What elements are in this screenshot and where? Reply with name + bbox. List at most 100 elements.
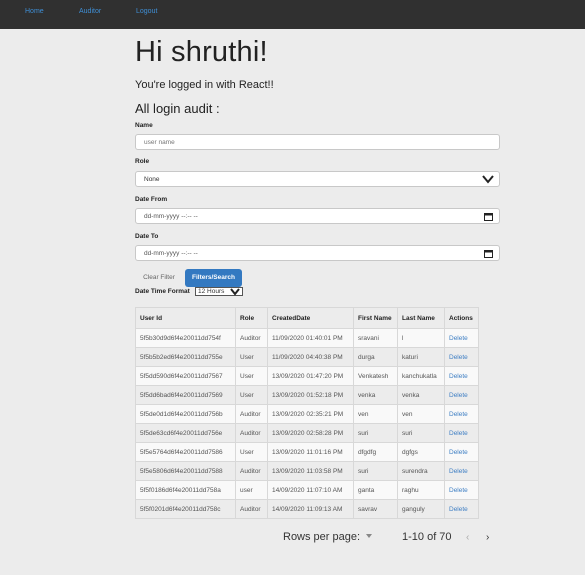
cell-user-id: 5f5de0d1d6f4e20011dd756b <box>135 404 236 424</box>
date-time-format-select[interactable]: 12 Hours <box>195 287 243 296</box>
cell-user-id: 5f5b5b2ed6f4e20011dd755e <box>135 347 236 367</box>
cell-last-name: ven <box>397 404 445 424</box>
date-from-input[interactable]: dd-mm-yyyy --:-- -- <box>135 208 500 224</box>
cell-role: User <box>235 442 268 462</box>
rows-per-page-select[interactable] <box>366 533 372 541</box>
cell-role: Auditor <box>235 461 268 481</box>
cell-first-name: suri <box>353 461 398 481</box>
cell-first-name: ven <box>353 404 398 424</box>
col-user-id[interactable]: User Id <box>135 307 236 329</box>
delete-link[interactable]: Delete <box>444 480 479 500</box>
cell-first-name: dfgdfg <box>353 442 398 462</box>
date-to-label: Date To <box>135 233 159 240</box>
name-label: Name <box>135 122 153 129</box>
table-row: 5f5e5764d6f4e20011dd7586 User 13/09/2020… <box>135 442 479 462</box>
delete-link[interactable]: Delete <box>444 499 479 519</box>
cell-first-name: savrav <box>353 499 398 519</box>
table-row: 5f5dd590d6f4e20011dd7567 User 13/09/2020… <box>135 366 479 386</box>
table-row: 5f5de0d1d6f4e20011dd756b Auditor 13/09/2… <box>135 404 479 424</box>
col-role[interactable]: Role <box>235 307 268 329</box>
calendar-icon[interactable] <box>484 249 493 258</box>
cell-first-name: suri <box>353 423 398 443</box>
cell-last-name: surendra <box>397 461 445 481</box>
cell-created-date: 11/09/2020 04:40:38 PM <box>267 347 354 367</box>
cell-created-date: 14/09/2020 11:07:10 AM <box>267 480 354 500</box>
caret-down-icon <box>366 534 372 538</box>
clear-filter-button[interactable]: Clear Filter <box>135 270 183 286</box>
cell-created-date: 13/09/2020 11:01:16 PM <box>267 442 354 462</box>
cell-user-id: 5f5e5764d6f4e20011dd7586 <box>135 442 236 462</box>
cell-created-date: 13/09/2020 02:58:28 PM <box>267 423 354 443</box>
cell-last-name: dgfgs <box>397 442 445 462</box>
table-row: 5f5dd6bad6f4e20011dd7569 User 13/09/2020… <box>135 385 479 405</box>
delete-link[interactable]: Delete <box>444 347 479 367</box>
table-row: 5f5de63cd6f4e20011dd756e Auditor 13/09/2… <box>135 423 479 443</box>
cell-role: User <box>235 347 268 367</box>
delete-link[interactable]: Delete <box>444 423 479 443</box>
cell-created-date: 13/09/2020 01:52:18 PM <box>267 385 354 405</box>
table-header-row: User Id Role CreatedDate First Name Last… <box>135 307 479 329</box>
table-row: 5f5f0186d6f4e20011dd758a user 14/09/2020… <box>135 480 479 500</box>
date-to-value: dd-mm-yyyy --:-- -- <box>144 250 198 257</box>
cell-user-id: 5f5dd590d6f4e20011dd7567 <box>135 366 236 386</box>
cell-role: user <box>235 480 268 500</box>
calendar-icon[interactable] <box>484 212 493 221</box>
delete-link[interactable]: Delete <box>444 442 479 462</box>
cell-user-id: 5f5b30d9d6f4e20011dd754f <box>135 328 236 348</box>
cell-last-name: katuri <box>397 347 445 367</box>
delete-link[interactable]: Delete <box>444 385 479 405</box>
date-to-input[interactable]: dd-mm-yyyy --:-- -- <box>135 245 500 261</box>
col-created-date[interactable]: CreatedDate <box>267 307 354 329</box>
nav-logout-link[interactable]: Logout <box>136 8 157 15</box>
login-audit-table: User Id Role CreatedDate First Name Last… <box>135 307 479 519</box>
delete-link[interactable]: Delete <box>444 461 479 481</box>
cell-created-date: 13/09/2020 02:35:21 PM <box>267 404 354 424</box>
cell-last-name: raghu <box>397 480 445 500</box>
table-row: 5f5b5b2ed6f4e20011dd755e User 11/09/2020… <box>135 347 479 367</box>
login-status-text: You're logged in with React!! <box>135 79 274 91</box>
pagination-range: 1-10 of 70 <box>402 531 452 543</box>
filters-search-button[interactable]: Filters/Search <box>185 269 242 287</box>
date-time-format-label: Date Time Format <box>135 288 190 295</box>
nav-home-link[interactable]: Home <box>25 8 44 15</box>
cell-last-name: venka <box>397 385 445 405</box>
cell-user-id: 5f5f0186d6f4e20011dd758a <box>135 480 236 500</box>
cell-last-name: l <box>397 328 445 348</box>
role-label: Role <box>135 158 150 165</box>
cell-user-id: 5f5f0201d6f4e20011dd758c <box>135 499 236 519</box>
chevron-down-icon <box>230 288 240 296</box>
col-last-name[interactable]: Last Name <box>397 307 445 329</box>
cell-created-date: 14/09/2020 11:09:13 AM <box>267 499 354 519</box>
rows-per-page-label: Rows per page: <box>283 531 361 543</box>
col-first-name[interactable]: First Name <box>353 307 398 329</box>
nav-auditor-link[interactable]: Auditor <box>79 8 101 15</box>
previous-page-button[interactable]: ‹ <box>466 532 469 543</box>
cell-user-id: 5f5dd6bad6f4e20011dd7569 <box>135 385 236 405</box>
name-input[interactable] <box>135 134 500 150</box>
cell-first-name: venka <box>353 385 398 405</box>
audit-section-title: All login audit : <box>135 101 220 116</box>
delete-link[interactable]: Delete <box>444 404 479 424</box>
delete-link[interactable]: Delete <box>444 328 479 348</box>
cell-created-date: 11/09/2020 01:40:01 PM <box>267 328 354 348</box>
greeting-heading: Hi shruthi! <box>135 36 268 68</box>
cell-role: Auditor <box>235 328 268 348</box>
table-row: 5f5f0201d6f4e20011dd758c Auditor 14/09/2… <box>135 499 479 519</box>
cell-user-id: 5f5de63cd6f4e20011dd756e <box>135 423 236 443</box>
role-select-value: None <box>144 176 160 183</box>
top-navbar: Home Auditor Logout <box>0 0 585 29</box>
cell-role: Auditor <box>235 423 268 443</box>
date-from-label: Date From <box>135 196 168 203</box>
cell-last-name: suri <box>397 423 445 443</box>
cell-first-name: sravani <box>353 328 398 348</box>
next-page-button[interactable]: › <box>486 532 489 543</box>
cell-first-name: durga <box>353 347 398 367</box>
delete-link[interactable]: Delete <box>444 366 479 386</box>
cell-last-name: ganguly <box>397 499 445 519</box>
cell-last-name: kanchukatla <box>397 366 445 386</box>
date-from-value: dd-mm-yyyy --:-- -- <box>144 213 198 220</box>
cell-role: Auditor <box>235 404 268 424</box>
cell-created-date: 13/09/2020 11:03:58 PM <box>267 461 354 481</box>
role-select[interactable]: None <box>135 171 500 187</box>
cell-first-name: Venkatesh <box>353 366 398 386</box>
